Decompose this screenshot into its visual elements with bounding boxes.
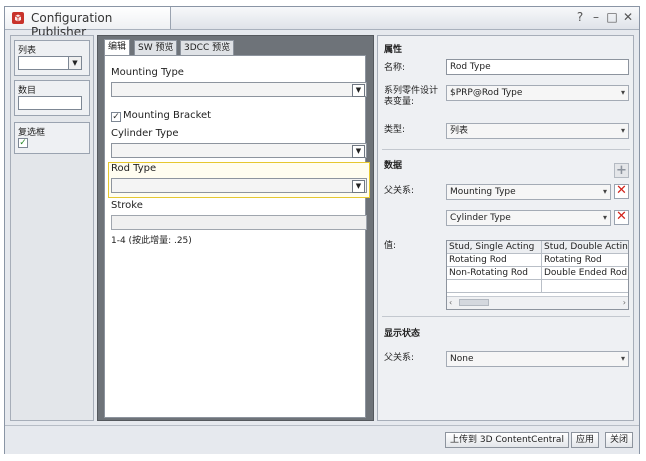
properties-panel: 属性 名称: Rod Type 系列零件设计表变量: $PRP@Rod Type… [377, 35, 634, 421]
chevron-down-icon: ▼ [352, 84, 365, 97]
chevron-down-icon: ▾ [620, 354, 625, 363]
grid-cell-empty[interactable] [447, 280, 542, 293]
divider [382, 316, 630, 317]
app-cube-icon [12, 12, 24, 24]
mounting-type-label: Mounting Type [111, 67, 184, 78]
add-parent-button[interactable]: + [614, 163, 629, 178]
parent-label: 父关系: [384, 186, 415, 196]
stroke-label: Stroke [111, 200, 143, 211]
chevron-down-icon: ▼ [68, 57, 81, 69]
scroll-thumb[interactable] [459, 299, 489, 306]
parent2-value: Cylinder Type [450, 213, 511, 223]
rod-type-select[interactable]: ▼ [111, 178, 367, 193]
close-button[interactable]: 关闭 [605, 432, 634, 448]
parent1-select[interactable]: Mounting Type ▾ [446, 184, 611, 200]
preview-area: 编辑 SW 预览 3DCC 预览 Mounting Type ▼ ✓ Mount… [97, 35, 374, 421]
help-button[interactable]: ? [573, 10, 587, 24]
control-palette: 列表 ▼ 数目 复选框 ✓ [10, 35, 94, 421]
maximize-button[interactable]: □ [605, 10, 619, 24]
name-label: 名称: [384, 63, 406, 73]
properties-section-title: 属性 [384, 45, 403, 55]
palette-checkbox-label: 复选框 [18, 128, 46, 138]
grid-cell[interactable]: Double Ended Rod [542, 267, 628, 280]
chevron-down-icon: ▼ [352, 180, 365, 193]
type-label: 类型: [384, 125, 406, 135]
palette-number-label: 数目 [18, 86, 37, 96]
palette-list-label: 列表 [18, 46, 37, 56]
delete-parent2-button[interactable]: ✕ [614, 210, 629, 225]
chevron-down-icon: ▾ [620, 88, 625, 97]
grid-cell[interactable]: Rotating Rod [447, 254, 542, 267]
edit-sheet: Mounting Type ▼ ✓ Mounting Bracket Cylin… [104, 55, 370, 418]
display-parent-value: None [450, 354, 474, 364]
palette-checkbox-control[interactable]: 复选框 ✓ [14, 122, 90, 154]
grid-cell[interactable]: Rotating Rod [542, 254, 628, 267]
type-value: 列表 [450, 126, 469, 136]
variable-select[interactable]: $PRP@Rod Type ▾ [446, 85, 629, 101]
tab-edit[interactable]: 编辑 [104, 39, 131, 56]
bottom-button-bar: 上传到 3D ContentCentral 应用 关闭 [5, 425, 639, 454]
stroke-input[interactable] [111, 215, 367, 230]
grid-header-cell[interactable]: Stud, Single Acting [447, 241, 542, 254]
value-grid[interactable]: Stud, Single Acting Stud, Double Actin R… [446, 240, 629, 310]
variable-value: $PRP@Rod Type [450, 88, 523, 98]
stroke-hint: 1-4 (按此增量: .25) [111, 236, 192, 246]
chevron-down-icon: ▾ [620, 126, 625, 135]
variable-label: 系列零件设计表变量: [384, 86, 439, 107]
grid-cell[interactable]: Non-Rotating Rod [447, 267, 542, 280]
apply-button[interactable]: 应用 [571, 432, 600, 448]
mounting-type-select[interactable]: ▼ [111, 82, 367, 97]
palette-number-control[interactable]: 数目 [14, 80, 90, 116]
palette-list-select: ▼ [18, 56, 82, 70]
data-section-title: 数据 [384, 161, 403, 171]
delete-parent1-button[interactable]: ✕ [614, 184, 629, 199]
grid-header-cell[interactable]: Stud, Double Actin [542, 241, 628, 254]
display-state-title: 显示状态 [384, 329, 421, 339]
value-label: 值: [384, 241, 397, 251]
palette-list-control[interactable]: 列表 ▼ [14, 40, 90, 76]
tab-sw-preview[interactable]: SW 预览 [134, 40, 178, 55]
rod-type-label: Rod Type [111, 163, 157, 174]
mounting-bracket-checkbox[interactable]: ✓ [111, 112, 121, 122]
grid-horizontal-scrollbar[interactable]: ‹ › [447, 296, 628, 309]
chevron-down-icon: ▼ [352, 145, 365, 158]
parent1-value: Mounting Type [450, 187, 516, 197]
checkmark-icon: ✓ [18, 138, 28, 148]
type-select[interactable]: 列表 ▾ [446, 123, 629, 139]
cylinder-type-select[interactable]: ▼ [111, 143, 367, 158]
cylinder-type-label: Cylinder Type [111, 128, 179, 139]
close-window-button[interactable]: ✕ [621, 10, 635, 24]
display-parent-label: 父关系: [384, 353, 415, 363]
minimize-button[interactable]: – [589, 10, 603, 24]
chevron-down-icon: ▾ [602, 213, 607, 222]
tab-3dcc-preview[interactable]: 3DCC 预览 [180, 40, 235, 55]
parent2-select[interactable]: Cylinder Type ▾ [446, 210, 611, 226]
mounting-bracket-label: Mounting Bracket [123, 110, 212, 121]
display-parent-select[interactable]: None ▾ [446, 351, 629, 367]
upload-button[interactable]: 上传到 3D ContentCentral [445, 432, 569, 448]
palette-number-input [18, 96, 82, 110]
grid-cell-empty[interactable] [542, 280, 628, 293]
name-input[interactable]: Rod Type [446, 59, 629, 75]
title-bar: Configuration Publisher ? – □ ✕ [5, 7, 639, 39]
chevron-down-icon: ▾ [602, 187, 607, 196]
title-tab: Configuration Publisher [5, 7, 171, 39]
scroll-left-icon[interactable]: ‹ [449, 297, 452, 308]
divider [382, 149, 630, 150]
scroll-right-icon[interactable]: › [623, 297, 626, 308]
configuration-publisher-window: Configuration Publisher ? – □ ✕ 列表 ▼ 数目 … [4, 6, 640, 454]
